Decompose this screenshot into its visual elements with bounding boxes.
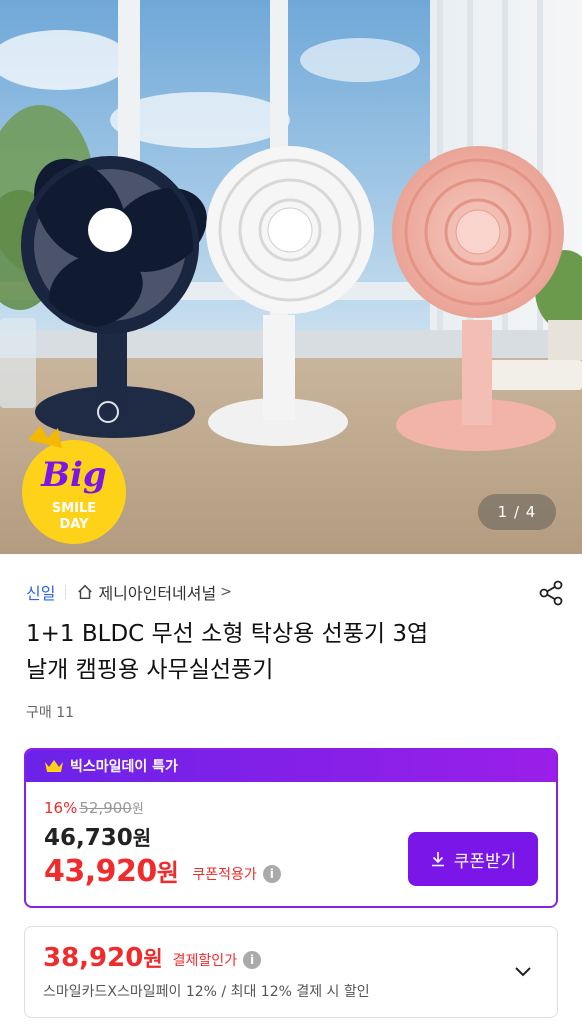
store-link[interactable]: 제니아인터네셔널 > [76,580,232,604]
share-icon[interactable] [536,578,566,608]
coupon-price-label: 쿠폰적용가 [192,867,257,883]
svg-text:SMILE: SMILE [52,501,96,516]
divider [65,585,67,599]
crown-icon [45,760,63,772]
svg-text:DAY: DAY [59,517,89,532]
image-counter: 1 / 4 [478,494,556,530]
sale-price: 46,730원 [44,822,151,851]
original-price: 52,900 [79,799,132,817]
sale-header-text: 빅스마일데이 특가 [70,759,178,775]
product-title-line1: 1+1 BLDC 무선 소형 탁상용 선풍기 3엽 [26,621,429,647]
product-title: 1+1 BLDC 무선 소형 탁상용 선풍기 3엽 날개 캠핑용 사무실선풍기 [26,616,526,688]
svg-text:Big: Big [40,455,106,495]
store-chevron: > [220,584,232,600]
sale-header: 빅스마일데이 특가 [26,750,556,782]
product-title-line2: 날개 캠핑용 사무실선풍기 [26,657,274,683]
payment-price-unit: 원 [143,947,163,971]
coupon-price-value: 43,920 [44,854,157,889]
store-name: 제니아인터네셔널 [98,584,217,603]
payment-description: 스마일카드X스마일페이 12% / 최대 12% 결제 시 할인 [43,984,370,1000]
original-price-unit: 원 [131,802,144,817]
brand-store-row: 신일 제니아인터네셔널 > [26,578,566,606]
get-coupon-button[interactable]: 쿠폰받기 [408,832,538,886]
payment-discount-box[interactable]: 38,920원 결제할인가 i 스마일카드X스마일페이 12% / 최대 12%… [24,926,558,1018]
get-coupon-label: 쿠폰받기 [453,851,517,872]
home-icon [78,584,93,600]
product-image-carousel[interactable]: 1 / 4 Big SMILE DAY [0,0,582,554]
payment-price-label: 결제할인가 [172,953,238,969]
brand-link[interactable]: 신일 [26,580,55,604]
discount-percent: 16% [44,799,78,817]
chevron-down-icon[interactable] [511,959,535,983]
payment-price-row: 38,920원 결제할인가 i [43,943,262,973]
payment-price-value: 38,920 [43,943,144,973]
special-sale-box: 빅스마일데이 특가 16% 52,900 원 46,730원 43,920원 쿠… [24,748,558,908]
coupon-price-row: 43,920원 쿠폰적용가 i [44,853,281,889]
payment-price: 38,920원 [43,943,163,973]
download-icon [431,852,444,867]
info-icon[interactable]: i [243,951,262,969]
coupon-price: 43,920원 [44,853,179,889]
discount-row: 16% 52,900 원 [44,798,144,817]
sale-price-unit: 원 [132,826,152,850]
sale-price-value: 46,730 [44,825,133,851]
info-icon[interactable]: i [262,865,281,883]
coupon-price-unit: 원 [156,859,179,887]
purchase-count: 구매 11 [26,705,75,721]
big-smile-day-badge: Big SMILE DAY [18,426,130,546]
